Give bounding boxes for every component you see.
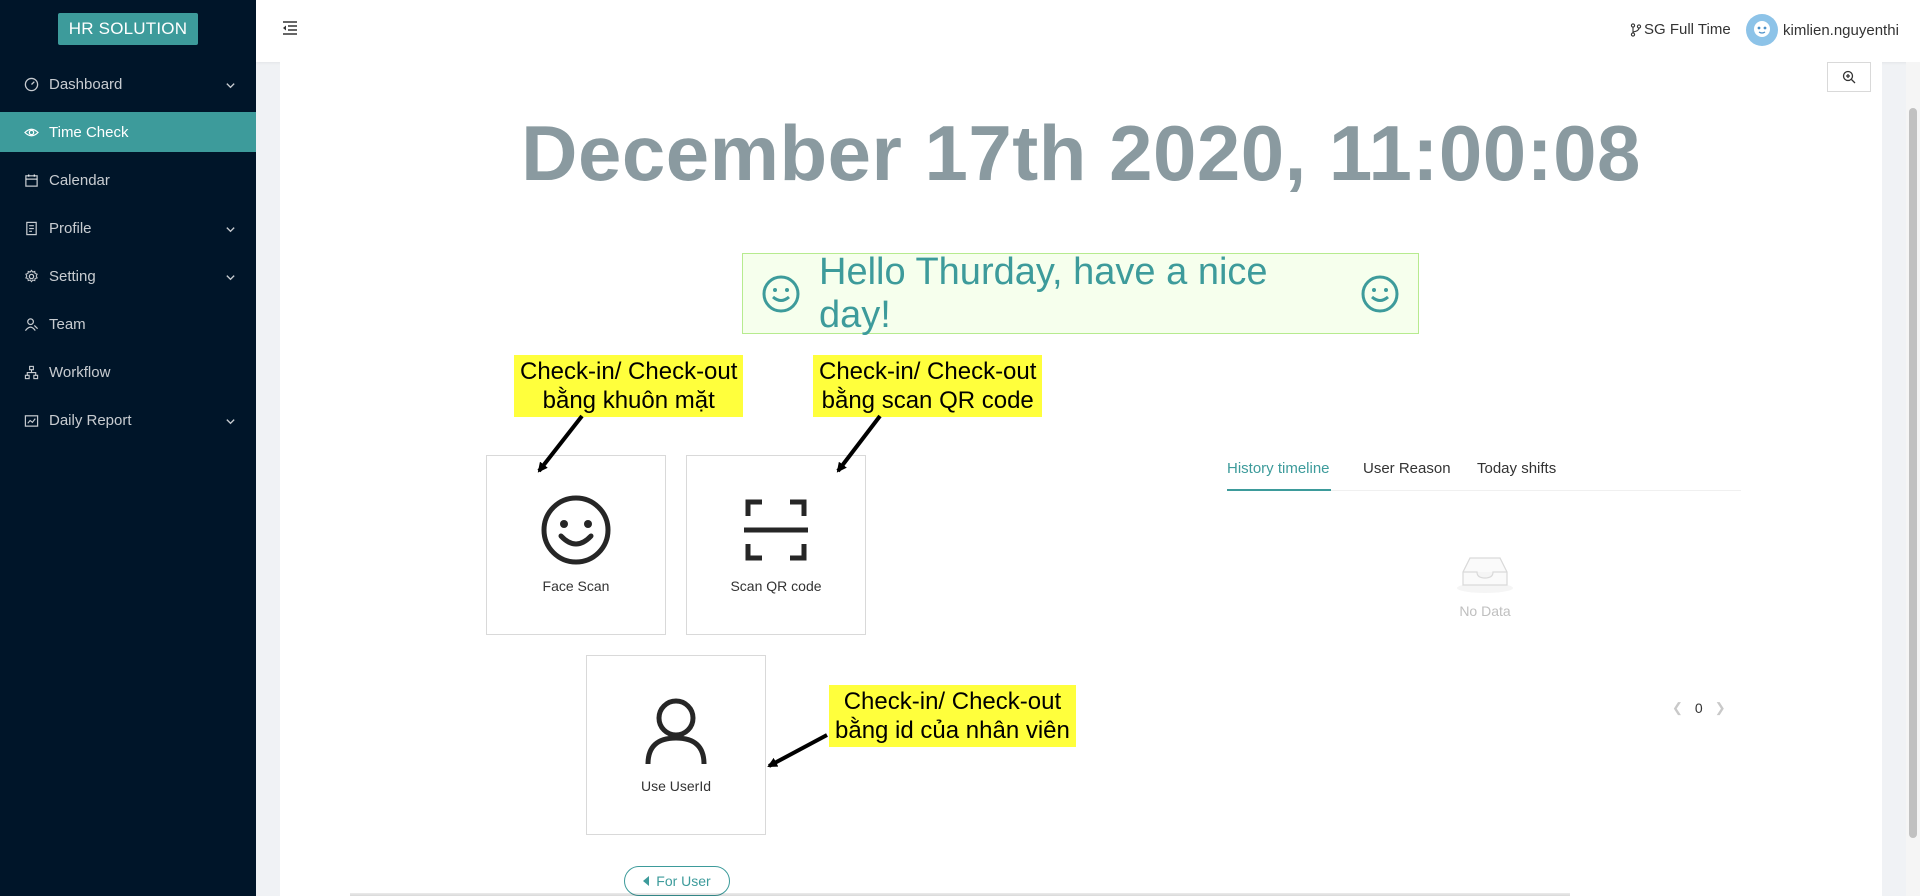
qr-scan-icon (740, 494, 812, 571)
dashboard-icon (24, 77, 39, 92)
sidebar-item-daily-report[interactable]: Daily Report (0, 400, 256, 440)
caret-left-icon (643, 876, 650, 886)
sidebar-item-label: Setting (49, 267, 96, 285)
tab-today-shifts[interactable]: Today shifts (1477, 460, 1556, 477)
page-number[interactable]: 0 (1695, 700, 1703, 716)
report-icon (24, 413, 39, 428)
sidebar-item-workflow[interactable]: Workflow (0, 352, 256, 392)
user-menu[interactable]: kimlien.nguyenthi (1746, 14, 1899, 46)
callout-line: Check-in/ Check-out (819, 358, 1037, 385)
tile-label: Scan QR code (730, 578, 822, 594)
sidebar-item-calendar[interactable]: Calendar (0, 160, 256, 200)
chevron-down-icon (225, 222, 236, 239)
for-user-label: For User (656, 873, 711, 889)
greeting-banner: Hello Thurday, have a nice day! (742, 250, 1419, 336)
pagination: ❮ 0 ❯ (1672, 700, 1726, 716)
sidebar-item-team[interactable]: Team (0, 304, 256, 344)
sidebar-item-label: Calendar (49, 171, 110, 189)
tab-user-reason[interactable]: User Reason (1363, 460, 1451, 477)
sidebar: HR SOLUTION Dashboard Time Check Calenda… (0, 0, 256, 896)
callout-userid: Check-in/ Check-out bằng id của nhân viê… (829, 685, 1076, 747)
menu-fold-icon[interactable] (280, 18, 300, 38)
callout-line: Check-in/ Check-out (520, 358, 738, 385)
callout-qr-scan: Check-in/ Check-out bằng scan QR code (813, 355, 1043, 417)
sidebar-item-label: Time Check (49, 123, 129, 141)
top-header: SG Full Time kimlien.nguyenthi (256, 0, 1920, 62)
shift-label: SG Full Time (1644, 21, 1731, 38)
avatar (1746, 14, 1778, 46)
empty-text: No Data (1459, 603, 1511, 619)
eye-icon (24, 125, 39, 140)
user-icon (640, 694, 712, 771)
app-logo[interactable]: HR SOLUTION (57, 13, 199, 45)
inbox-icon (1455, 552, 1515, 594)
chevron-left-icon[interactable]: ❮ (1672, 700, 1683, 716)
gear-icon (24, 269, 39, 284)
callout-line: Check-in/ Check-out (843, 688, 1062, 715)
chevron-right-icon[interactable]: ❯ (1715, 700, 1726, 716)
zoom-in-button[interactable] (1827, 62, 1871, 92)
calendar-icon (24, 173, 39, 188)
tile-label: Face Scan (542, 578, 610, 594)
branch-icon (1630, 22, 1642, 37)
scrollbar-thumb[interactable] (1909, 108, 1917, 838)
workflow-icon (24, 365, 39, 380)
sidebar-item-dashboard[interactable]: Dashboard (0, 64, 256, 104)
shift-selector[interactable]: SG Full Time (1630, 21, 1731, 38)
for-user-button[interactable]: For User (624, 866, 730, 896)
profile-icon (24, 221, 39, 236)
sidebar-item-time-check[interactable]: Time Check (0, 112, 256, 152)
chevron-down-icon (225, 78, 236, 95)
face-icon (540, 494, 612, 571)
sidebar-item-label: Dashboard (49, 75, 123, 93)
tile-label: Use UserId (640, 778, 712, 794)
greeting-text: Hello Thurday, have a nice day! (819, 250, 1268, 336)
username-label: kimlien.nguyenthi (1783, 21, 1899, 39)
sidebar-item-label: Team (49, 315, 86, 333)
callout-line: bằng scan QR code (821, 387, 1034, 414)
current-datetime: December 17th 2020, 11:00:08 (521, 109, 1641, 197)
team-icon (24, 317, 39, 332)
sidebar-item-label: Workflow (49, 363, 111, 381)
sidebar-item-label: Daily Report (49, 411, 132, 429)
chevron-down-icon (225, 270, 236, 287)
tab-ink-bar (1227, 489, 1331, 491)
zoom-in-icon (1842, 70, 1856, 84)
sidebar-item-setting[interactable]: Setting (0, 256, 256, 296)
face-scan-button[interactable]: Face Scan (486, 455, 666, 635)
logo-wrap: HR SOLUTION (0, 0, 256, 58)
history-tabs: History timeline User Reason Today shift… (1227, 452, 1741, 491)
callout-line: bằng id của nhân viên (835, 717, 1070, 744)
sidebar-item-label: Profile (49, 219, 92, 237)
callout-line: bằng khuôn mặt (542, 387, 715, 414)
sidebar-item-profile[interactable]: Profile (0, 208, 256, 248)
callout-face-scan: Check-in/ Check-out bằng khuôn mặt (514, 355, 744, 417)
scan-qr-button[interactable]: Scan QR code (686, 455, 866, 635)
use-userid-button[interactable]: Use UserId (586, 655, 766, 835)
smile-icon (1360, 274, 1400, 314)
tab-history-timeline[interactable]: History timeline (1227, 460, 1330, 477)
chevron-down-icon (225, 414, 236, 431)
smile-icon (761, 274, 801, 314)
empty-state: No Data (1441, 552, 1529, 619)
